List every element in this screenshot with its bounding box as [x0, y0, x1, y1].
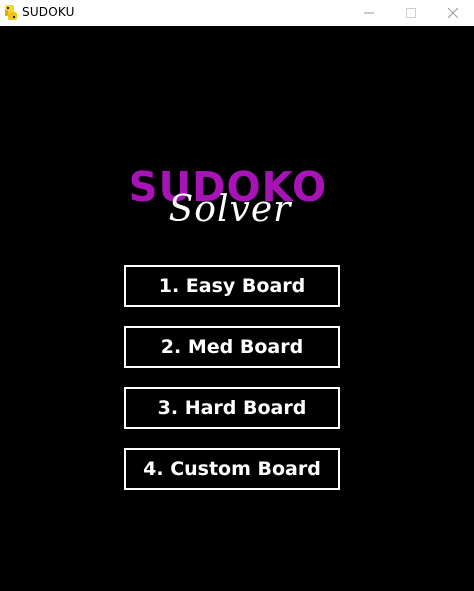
maximize-button[interactable] — [388, 0, 434, 26]
custom-board-button[interactable]: 4. Custom Board — [124, 448, 340, 490]
window-title: SUDOKU — [22, 5, 75, 19]
hard-board-label: 3. Hard Board — [157, 397, 307, 419]
close-button[interactable] — [430, 0, 474, 26]
sudoku-solver-logo: SUDOKO Solver — [124, 164, 336, 234]
easy-board-label: 1. Easy Board — [158, 275, 306, 297]
python-snake-icon — [4, 5, 18, 20]
minimize-icon — [364, 12, 374, 14]
close-icon — [448, 8, 458, 18]
hard-board-button[interactable]: 3. Hard Board — [124, 387, 340, 429]
med-board-button[interactable]: 2. Med Board — [124, 326, 340, 368]
app-window: SUDOKU SUDOKO Solver 1. Easy Board 2. Me… — [0, 0, 474, 591]
title-bar[interactable]: SUDOKU — [0, 0, 474, 26]
med-board-label: 2. Med Board — [160, 336, 304, 358]
minimize-button[interactable] — [346, 0, 392, 26]
logo-subtitle: Solver — [168, 189, 292, 230]
custom-board-label: 4. Custom Board — [143, 458, 321, 480]
easy-board-button[interactable]: 1. Easy Board — [124, 265, 340, 307]
main-menu-screen: SUDOKO Solver 1. Easy Board 2. Med Board… — [0, 26, 474, 591]
maximize-icon — [406, 8, 416, 18]
